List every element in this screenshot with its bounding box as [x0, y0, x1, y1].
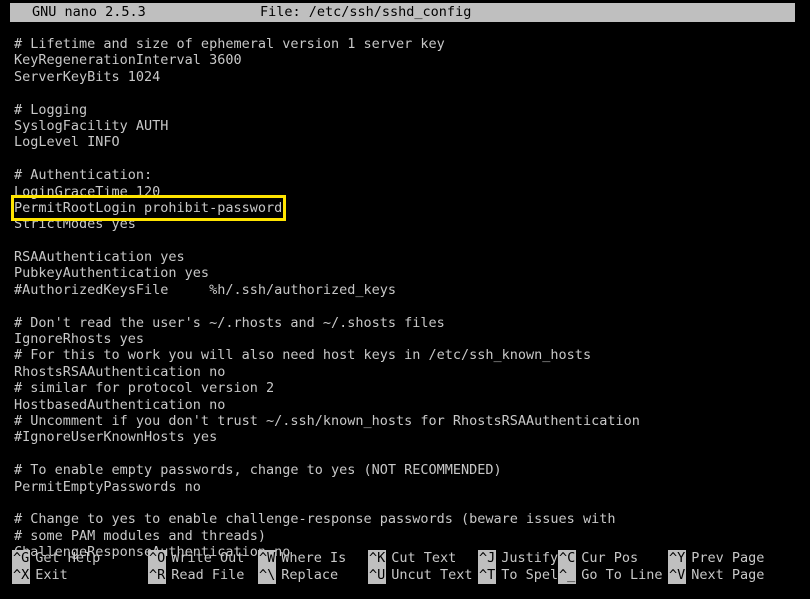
shortcut-column: ^C Cur Pos ^_ Go To Line [558, 550, 663, 584]
shortcut-column: ^K Cut Text ^U Uncut Text [368, 550, 473, 584]
shortcut-label: Get Help [35, 550, 101, 566]
editor-line[interactable] [14, 446, 804, 462]
shortcut-label: Cur Pos [581, 550, 639, 566]
shortcut-label: Prev Page [691, 550, 765, 566]
shortcut-key: ^Y [668, 550, 687, 567]
editor-line[interactable]: HostbasedAuthentication no [14, 397, 804, 413]
shortcut-cur-pos[interactable]: ^C Cur Pos [558, 550, 663, 567]
editor-line[interactable]: LoginGraceTime 120 [14, 184, 804, 200]
editor-text-area[interactable]: # Lifetime and size of ephemeral version… [14, 36, 804, 560]
editor-line[interactable]: PubkeyAuthentication yes [14, 265, 804, 281]
shortcut-get-help[interactable]: ^G Get Help [12, 550, 100, 567]
editor-line[interactable]: # Authentication: [14, 167, 804, 183]
editor-line[interactable]: RhostsRSAAuthentication no [14, 364, 804, 380]
shortcut-go-to-line[interactable]: ^_ Go To Line [558, 567, 663, 584]
nano-editor-screen: GNU nano 2.5.3 File: /etc/ssh/sshd_confi… [0, 0, 810, 599]
editor-line[interactable]: KeyRegenerationInterval 3600 [14, 52, 804, 68]
shortcut-label: Uncut Text [391, 567, 473, 583]
shortcut-key: ^T [478, 567, 497, 584]
shortcut-label: Justify [501, 550, 559, 566]
shortcut-key: ^J [478, 550, 497, 567]
shortcut-key: ^_ [558, 567, 577, 584]
editor-line[interactable]: PermitEmptyPasswords no [14, 479, 804, 495]
shortcut-key: ^C [558, 550, 577, 567]
shortcut-replace[interactable]: ^\ Replace [258, 567, 346, 584]
shortcut-bar: ^G Get Help ^X Exit ^O Write Out ^R Read File ^W… [0, 550, 810, 590]
shortcut-label: Next Page [691, 567, 765, 583]
editor-line[interactable]: StrictModes yes [14, 216, 804, 232]
editor-line[interactable]: SyslogFacility AUTH [14, 118, 804, 134]
shortcut-read-file[interactable]: ^R Read File [148, 567, 244, 584]
shortcut-column: ^Y Prev Page ^V Next Page [668, 550, 764, 584]
editor-line[interactable]: PermitRootLogin prohibit-password [14, 200, 804, 216]
editor-line[interactable] [14, 298, 804, 314]
editor-line[interactable]: # Uncomment if you don't trust ~/.ssh/kn… [14, 413, 804, 429]
shortcut-column: ^O Write Out ^R Read File [148, 550, 244, 584]
editor-line[interactable]: # To enable empty passwords, change to y… [14, 462, 804, 478]
editor-line[interactable]: ServerKeyBits 1024 [14, 69, 804, 85]
editor-line[interactable]: # similar for protocol version 2 [14, 380, 804, 396]
shortcut-to-spell[interactable]: ^T To Spell [478, 567, 566, 584]
shortcut-key: ^U [368, 567, 387, 584]
editor-line[interactable] [14, 495, 804, 511]
shortcut-label: To Spell [501, 567, 567, 583]
editor-line[interactable]: # some PAM modules and threads) [14, 528, 804, 544]
shortcut-write-out[interactable]: ^O Write Out [148, 550, 244, 567]
shortcut-label: Cut Text [391, 550, 457, 566]
editor-line[interactable]: # Change to yes to enable challenge-resp… [14, 511, 804, 527]
editor-line[interactable]: # Lifetime and size of ephemeral version… [14, 36, 804, 52]
titlebar: GNU nano 2.5.3 File: /etc/ssh/sshd_confi… [10, 3, 795, 22]
editor-line[interactable]: # For this to work you will also need ho… [14, 347, 804, 363]
editor-line[interactable]: #IgnoreUserKnownHosts yes [14, 429, 804, 445]
shortcut-column: ^W Where Is ^\ Replace [258, 550, 346, 584]
shortcut-column: ^G Get Help ^X Exit [12, 550, 100, 584]
shortcut-key: ^R [148, 567, 167, 584]
shortcut-label: Write Out [171, 550, 245, 566]
shortcut-key: ^V [668, 567, 687, 584]
editor-line[interactable]: IgnoreRhosts yes [14, 331, 804, 347]
shortcut-key: ^\ [258, 567, 277, 584]
shortcut-label: Where Is [281, 550, 347, 566]
shortcut-label: Go To Line [581, 567, 663, 583]
editor-line[interactable]: #AuthorizedKeysFile %h/.ssh/authorized_k… [14, 282, 804, 298]
shortcut-key: ^O [148, 550, 167, 567]
shortcut-justify[interactable]: ^J Justify [478, 550, 566, 567]
shortcut-key: ^X [12, 567, 31, 584]
shortcut-label: Read File [171, 567, 245, 583]
editor-line[interactable]: # Logging [14, 102, 804, 118]
editor-line[interactable] [14, 233, 804, 249]
shortcut-uncut-text[interactable]: ^U Uncut Text [368, 567, 473, 584]
shortcut-cut-text[interactable]: ^K Cut Text [368, 550, 473, 567]
editor-line[interactable]: LogLevel INFO [14, 134, 804, 150]
editor-line[interactable]: RSAAuthentication yes [14, 249, 804, 265]
editor-line[interactable]: # Don't read the user's ~/.rhosts and ~/… [14, 315, 804, 331]
shortcut-label: Exit [35, 567, 68, 583]
editor-line[interactable] [14, 151, 804, 167]
shortcut-column: ^J Justify ^T To Spell [478, 550, 566, 584]
shortcut-exit[interactable]: ^X Exit [12, 567, 100, 584]
titlebar-filename: File: /etc/ssh/sshd_config [260, 4, 472, 20]
shortcut-next-page[interactable]: ^V Next Page [668, 567, 764, 584]
shortcut-where-is[interactable]: ^W Where Is [258, 550, 346, 567]
shortcut-key: ^G [12, 550, 31, 567]
shortcut-label: Replace [281, 567, 339, 583]
shortcut-key: ^W [258, 550, 277, 567]
shortcut-key: ^K [368, 550, 387, 567]
editor-line[interactable] [14, 85, 804, 101]
titlebar-app-name: GNU nano 2.5.3 [32, 4, 146, 20]
shortcut-prev-page[interactable]: ^Y Prev Page [668, 550, 764, 567]
